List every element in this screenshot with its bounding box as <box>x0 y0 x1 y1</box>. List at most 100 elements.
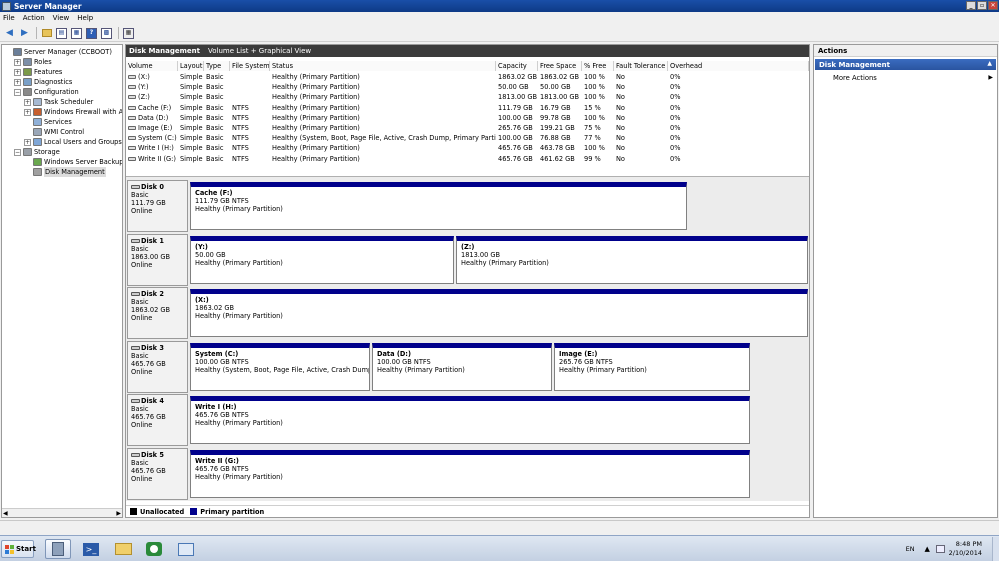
table-row[interactable]: Data (D:) Simple Basic NTFS Healthy (Primary… <box>126 113 809 123</box>
taskbar-window[interactable] <box>173 539 199 559</box>
taskbar-explorer[interactable] <box>110 539 136 559</box>
table-row[interactable]: (Z:) Simple Basic Healthy (Primary Partitio… <box>126 92 809 102</box>
up-folder-icon[interactable] <box>40 27 53 40</box>
column-header[interactable]: Status <box>270 61 496 71</box>
column-header[interactable]: Capacity <box>496 61 538 71</box>
show-hidden-icons-icon[interactable]: ▲ <box>923 545 932 553</box>
column-header[interactable]: % Free <box>582 61 614 71</box>
network-icon[interactable] <box>935 545 945 553</box>
table-cell: 1863.02 GB <box>538 72 582 82</box>
table-cell: 0% <box>668 123 809 133</box>
table-row[interactable]: Cache (F:) Simple Basic NTFS Healthy (Primar… <box>126 103 809 113</box>
partition-block[interactable]: Image (E:) 265.76 GB NTFS Healthy (Primary… <box>554 342 750 391</box>
tree-item[interactable]: + Local Users and Groups <box>24 137 122 147</box>
table-row[interactable]: Image (E:) Simple Basic NTFS Healthy (Primar… <box>126 123 809 133</box>
table-row[interactable]: Write II (G:) Simple Basic NTFS Healthy (Pri… <box>126 154 809 164</box>
column-header[interactable]: Fault Tolerance <box>614 61 668 71</box>
tree-item[interactable]: + Task Scheduler <box>24 97 93 107</box>
menu-help[interactable]: Help <box>77 14 93 22</box>
column-header[interactable]: Layout <box>178 61 204 71</box>
table-row[interactable]: Write I (H:) Simple Basic NTFS Healthy (Prim… <box>126 143 809 153</box>
disk-label[interactable]: Disk 5 Basic 465.76 GB Online <box>127 447 188 500</box>
scroll-right-icon[interactable]: ▶ <box>116 510 121 517</box>
tree-item[interactable]: Disk Management <box>24 167 106 177</box>
menu-view[interactable]: View <box>53 14 70 22</box>
tree-item[interactable]: Windows Server Backup <box>24 157 122 167</box>
tree-item[interactable]: + Windows Firewall with Adva <box>24 107 122 117</box>
collapse-icon[interactable]: − <box>14 148 21 156</box>
table-row[interactable]: System (C:) Simple Basic NTFS Healthy (Syste… <box>126 133 809 143</box>
tree-item[interactable]: Services <box>24 117 72 127</box>
disk-label[interactable]: Disk 4 Basic 465.76 GB Online <box>127 394 188 446</box>
show-desktop-button[interactable] <box>992 537 999 561</box>
expand-icon[interactable]: + <box>14 68 21 76</box>
clock[interactable]: 8:48 PM 2/10/2014 <box>949 540 982 558</box>
panel-title: Disk Management <box>129 47 200 55</box>
minimize-button[interactable]: _ <box>966 1 976 10</box>
table-cell-text: 199.21 GB <box>540 124 575 132</box>
disk-status: Online <box>131 207 153 215</box>
table-row[interactable]: (X:) Simple Basic Healthy (Primary Partitio… <box>126 72 809 82</box>
disk-label[interactable]: Disk 3 Basic 465.76 GB Online <box>127 340 188 393</box>
partition-block[interactable]: Write II (G:) 465.76 GB NTFS Healthy (Prim… <box>190 449 750 498</box>
disk-name-row: Disk 0 <box>131 183 184 191</box>
partition-name: Image (E:) <box>559 349 598 358</box>
features-icon <box>23 68 32 76</box>
properties-icon[interactable]: ▦ <box>70 27 83 40</box>
column-header[interactable]: File System <box>230 61 270 71</box>
menu-action[interactable]: Action <box>23 14 45 22</box>
expand-icon[interactable]: + <box>24 138 31 146</box>
scroll-left-icon[interactable]: ◀ <box>3 510 8 517</box>
expand-icon[interactable]: + <box>14 58 21 66</box>
tree-item[interactable]: − Configuration <box>14 87 79 97</box>
close-button[interactable]: ✕ <box>988 1 998 10</box>
partition-block[interactable]: (Y:) 50.00 GB Healthy (Primary Partition) <box>190 235 454 284</box>
more-actions-item[interactable]: More Actions ▶ <box>833 74 993 82</box>
partition-block[interactable]: Write I (H:) 465.76 GB NTFS Healthy (Prima… <box>190 396 750 444</box>
partition-block[interactable]: System (C:) 100.00 GB NTFS Healthy (System… <box>190 342 370 391</box>
partition-block[interactable]: (X:) 1863.02 GB Healthy (Primary Partition… <box>190 289 808 337</box>
actions-section-disk-management[interactable]: Disk Management ▲ <box>815 59 996 70</box>
show-hide-tree-icon[interactable]: ▤ <box>55 27 68 40</box>
column-header[interactable]: Free Space <box>538 61 582 71</box>
table-row[interactable]: (Y:) Simple Basic Healthy (Primary Partitio… <box>126 82 809 92</box>
column-header[interactable]: Overhead <box>668 61 809 71</box>
taskbar-powershell[interactable]: >_ <box>78 539 104 559</box>
language-indicator[interactable]: EN <box>906 545 915 553</box>
tree-horizontal-scrollbar[interactable]: ◀ ▶ <box>2 508 122 517</box>
disk-label[interactable]: Disk 0 Basic 111.79 GB Online <box>127 180 188 232</box>
disk-label[interactable]: Disk 1 Basic 1863.00 GB Online <box>127 233 188 286</box>
expand-icon[interactable]: + <box>24 98 31 106</box>
partition-block[interactable]: Data (D:) 100.00 GB NTFS Healthy (Primary … <box>372 342 552 391</box>
back-icon[interactable]: ◀ <box>3 27 16 40</box>
tree-item[interactable]: Server Manager (CCBOOT) <box>4 47 112 57</box>
tree-item[interactable]: + Roles <box>14 57 52 67</box>
help-icon[interactable]: ? <box>85 27 98 40</box>
table-cell: 463.78 GB <box>538 143 582 153</box>
partition-block[interactable]: Cache (F:) 111.79 GB NTFS Healthy (Primary… <box>190 182 687 230</box>
table-cell-text: 0% <box>670 103 681 112</box>
expand-icon[interactable]: + <box>14 78 21 86</box>
column-header[interactable]: Type <box>204 61 230 71</box>
disk-row: Disk 4 Basic 465.76 GB Online Write I (H:) 46… <box>127 394 808 446</box>
start-button[interactable]: Start <box>1 540 36 558</box>
forward-icon[interactable]: ▶ <box>18 27 31 40</box>
expand-icon[interactable]: + <box>24 108 31 116</box>
disk-settings-icon[interactable]: ▦ <box>122 27 135 40</box>
collapse-icon[interactable]: − <box>14 88 21 96</box>
taskbar-app[interactable] <box>141 539 167 559</box>
menu-file[interactable]: File <box>3 14 15 22</box>
maximize-button[interactable]: ▫ <box>977 1 987 10</box>
collapse-icon[interactable]: ▲ <box>987 60 992 67</box>
partition-block[interactable]: (Z:) 1813.00 GB Healthy (Primary Partition… <box>456 235 808 284</box>
disk-label[interactable]: Disk 2 Basic 1863.02 GB Online <box>127 287 188 339</box>
taskbar-server-manager[interactable] <box>45 539 71 559</box>
tree-item[interactable]: WMI Control <box>24 127 84 137</box>
column-header[interactable]: Volume <box>126 61 178 71</box>
show-hide-action-pane-icon[interactable]: ▩ <box>100 27 113 40</box>
tree-item[interactable]: + Diagnostics <box>14 77 72 87</box>
table-cell: NTFS <box>230 123 270 133</box>
tree-item[interactable]: − Storage <box>14 147 60 157</box>
table-cell-text: Healthy (Primary Partition) <box>272 144 360 153</box>
tree-item[interactable]: + Features <box>14 67 62 77</box>
